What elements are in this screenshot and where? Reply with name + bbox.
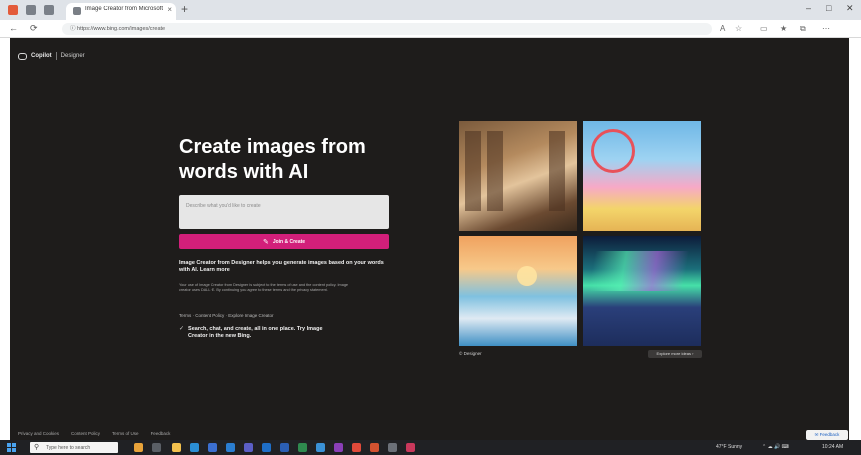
mail-icon[interactable] — [226, 443, 235, 452]
refresh-button[interactable]: ⟳ — [30, 23, 38, 34]
footer-content-policy-link[interactable]: Content Policy — [71, 431, 100, 436]
favorite-star-icon[interactable]: ☆ — [735, 24, 742, 33]
image-detail — [487, 131, 503, 211]
hero-title: Create images from words with AI — [179, 136, 366, 183]
prompt-placeholder: Describe what you'd like to create — [186, 203, 261, 209]
profile-icon[interactable] — [8, 5, 18, 15]
footer-privacy-link[interactable]: Privacy and Cookies — [18, 431, 59, 436]
read-aloud-icon[interactable]: A — [720, 24, 725, 33]
split-screen-icon[interactable]: ▭ — [760, 24, 768, 33]
workspaces-icon[interactable] — [26, 5, 36, 15]
image-detail — [583, 251, 701, 291]
cortana-icon[interactable] — [134, 443, 143, 452]
brand-name: Copilot — [31, 53, 52, 59]
image-detail — [465, 131, 481, 211]
more-menu-icon[interactable]: ⋯ — [822, 24, 830, 33]
feedback-button[interactable]: ✉ Feedback — [806, 430, 848, 440]
pen-icon: ✎ — [262, 238, 269, 246]
page-footer: Privacy and Cookies Content Policy Terms… — [10, 426, 849, 440]
example-image-carnival[interactable] — [583, 121, 701, 231]
tab-favicon-icon — [73, 7, 81, 15]
excel-icon[interactable] — [298, 443, 307, 452]
feature-text: Search, chat, and create, all in one pla… — [188, 326, 323, 339]
favorites-icon[interactable]: ★ — [780, 24, 787, 33]
maximize-button[interactable]: □ — [826, 3, 831, 13]
weather-widget[interactable]: 47°F Sunny — [716, 444, 742, 450]
page-content: Copilot Designer Create images from word… — [10, 38, 849, 440]
address-bar-row: ← ⟳ ⓘ https://www.bing.com/images/create… — [0, 20, 861, 38]
windows-taskbar: ⚲ Type here to search 47°F Sunny ⌃ ☁ 🔊 ⌨… — [0, 440, 861, 455]
taskbar-clock[interactable]: 10:24 AM — [822, 444, 843, 450]
back-button[interactable]: ← — [9, 23, 18, 33]
taskbar-search-placeholder: Type here to search — [46, 445, 91, 451]
join-button-label: Join & Create — [272, 238, 306, 245]
image-detail — [591, 129, 635, 173]
copilot-logo-icon — [18, 52, 27, 60]
task-view-icon[interactable] — [152, 443, 161, 452]
powerpoint-icon[interactable] — [370, 443, 379, 452]
image-credit: © Designer — [459, 351, 482, 356]
minimize-button[interactable]: – — [806, 3, 811, 13]
browser-tab[interactable]: Image Creator from Microsoft Designer × — [66, 3, 176, 20]
browser-tab-bar: Image Creator from Microsoft Designer × … — [0, 0, 861, 20]
example-image-library[interactable] — [459, 121, 577, 231]
brand-divider — [55, 52, 57, 60]
chrome-icon[interactable] — [352, 443, 361, 452]
url-text: https://www.bing.com/images/create — [77, 26, 166, 32]
check-icon: ✓ — [179, 326, 185, 332]
image-detail — [549, 131, 565, 211]
brand[interactable]: Copilot Designer — [18, 52, 85, 60]
fine-print: Your use of Image Creator from Designer … — [179, 283, 349, 292]
collections-icon[interactable]: ⧉ — [800, 24, 806, 34]
policy-links[interactable]: Terms · Content Policy · Explore Image C… — [179, 313, 274, 318]
join-and-create-button[interactable]: ✎ Join & Create — [179, 234, 389, 249]
edge-icon[interactable] — [190, 443, 199, 452]
explore-ideas-button[interactable]: Explore more ideas › — [648, 350, 702, 358]
taskbar-search-input[interactable]: ⚲ Type here to search — [30, 442, 118, 453]
photos-icon[interactable] — [316, 443, 325, 452]
outlook-icon[interactable] — [262, 443, 271, 452]
word-icon[interactable] — [280, 443, 289, 452]
close-window-button[interactable]: ✕ — [846, 3, 854, 14]
image-detail — [517, 266, 537, 286]
app-icon[interactable] — [406, 443, 415, 452]
url-field[interactable]: ⓘ https://www.bing.com/images/create — [62, 23, 712, 35]
teams-icon[interactable] — [244, 443, 253, 452]
example-image-aurora[interactable] — [583, 236, 701, 346]
file-explorer-icon[interactable] — [172, 443, 181, 452]
system-tray-icons[interactable]: ⌃ ☁ 🔊 ⌨ — [762, 444, 789, 450]
tab-actions-icon[interactable] — [44, 5, 54, 15]
settings-icon[interactable] — [388, 443, 397, 452]
prompt-input[interactable]: Describe what you'd like to create — [179, 195, 389, 229]
tab-close-icon[interactable]: × — [167, 5, 172, 14]
footer-terms-link[interactable]: Terms of Use — [112, 431, 139, 436]
search-icon: ⚲ — [34, 444, 40, 451]
footer-feedback-link[interactable]: Feedback — [151, 431, 171, 436]
site-info-icon[interactable]: ⓘ — [70, 26, 76, 32]
windows-start-icon[interactable] — [7, 443, 16, 452]
new-tab-button[interactable]: + — [181, 3, 188, 15]
onenote-icon[interactable] — [334, 443, 343, 452]
store-icon[interactable] — [208, 443, 217, 452]
brand-sub: Designer — [60, 53, 85, 59]
description-text: Image Creator from Designer helps you ge… — [179, 260, 384, 273]
feature-callout: ✓ Search, chat, and create, all in one p… — [179, 326, 338, 340]
example-image-polar-bear[interactable] — [459, 236, 577, 346]
tab-title: Image Creator from Microsoft Designer — [85, 6, 163, 12]
